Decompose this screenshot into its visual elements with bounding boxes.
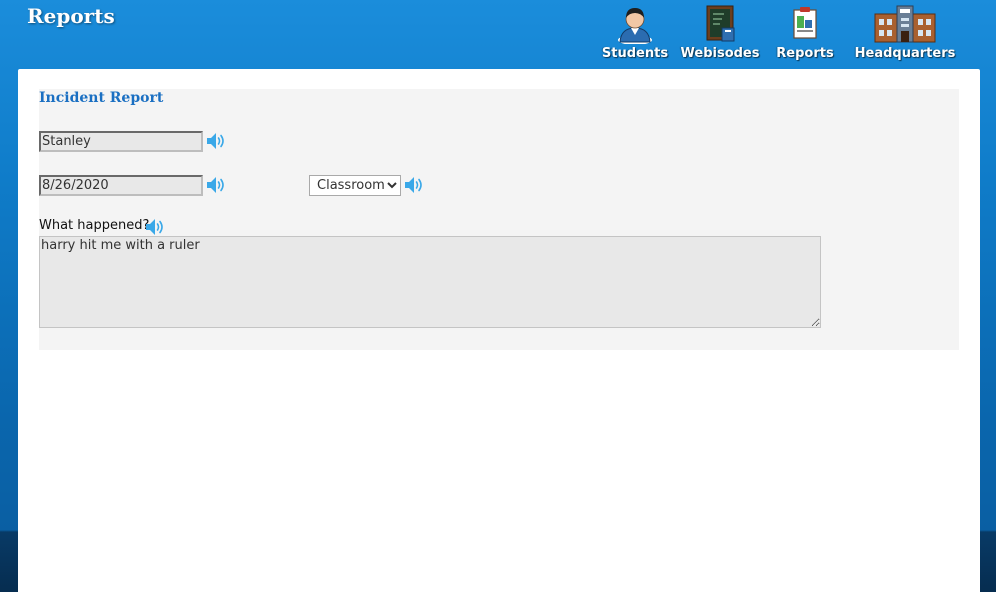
speaker-icon[interactable] bbox=[145, 218, 165, 236]
speaker-icon[interactable] bbox=[206, 132, 226, 150]
speaker-icon[interactable] bbox=[206, 176, 226, 194]
nav-students-label: Students bbox=[601, 46, 669, 61]
location-select[interactable]: Classroom bbox=[309, 175, 401, 196]
name-input[interactable] bbox=[39, 131, 203, 152]
incident-report-form: Incident Report Classroom What happened? bbox=[39, 89, 959, 350]
nav-students[interactable]: Students bbox=[601, 4, 669, 61]
headquarters-icon bbox=[874, 5, 936, 43]
students-icon bbox=[618, 8, 652, 44]
nav-webisodes[interactable]: Webisodes bbox=[678, 4, 762, 61]
nav-reports-label: Reports bbox=[776, 46, 834, 61]
question-label: What happened? bbox=[39, 218, 150, 233]
nav-reports[interactable]: Reports bbox=[772, 4, 838, 61]
content-panel: Incident Report Classroom What happened? bbox=[18, 69, 980, 592]
speaker-icon[interactable] bbox=[404, 176, 424, 194]
form-title: Incident Report bbox=[39, 90, 164, 106]
reports-icon bbox=[793, 7, 817, 39]
webisodes-icon bbox=[706, 5, 735, 42]
nav-headquarters-label: Headquarters bbox=[854, 46, 956, 61]
description-textarea[interactable]: harry hit me with a ruler bbox=[39, 236, 821, 328]
nav-webisodes-label: Webisodes bbox=[680, 46, 760, 61]
nav-headquarters[interactable]: Headquarters bbox=[852, 4, 958, 61]
date-input[interactable] bbox=[39, 175, 203, 196]
main-nav: Students Webisodes Reports Headquarters bbox=[0, 4, 996, 64]
